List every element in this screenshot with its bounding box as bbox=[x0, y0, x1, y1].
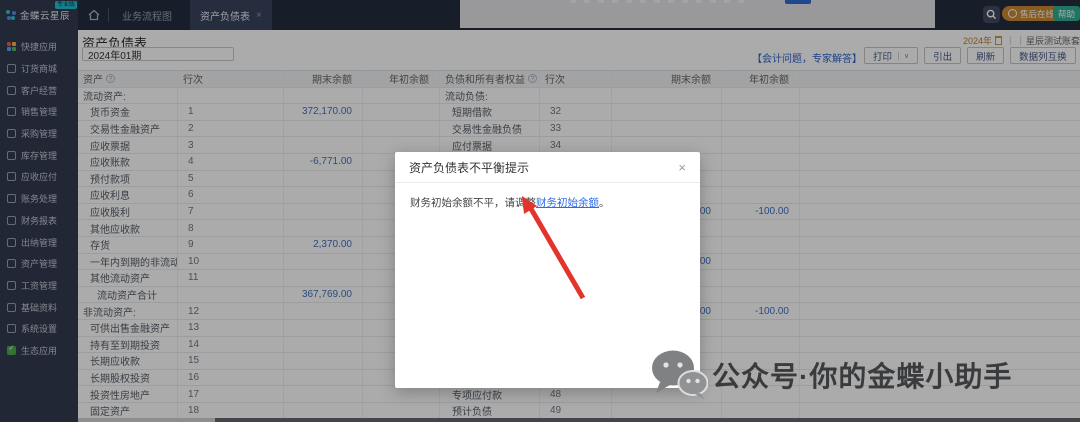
dialog-title: 资产负债表不平衡提示 bbox=[409, 159, 529, 176]
initial-balance-link[interactable]: 财务初始余额 bbox=[536, 197, 599, 209]
watermark-text: 公众号·你的金蝶小助手 bbox=[712, 355, 1012, 395]
kingdee-app-window: 金蝶云星辰 专业版 快捷应用订货商城客户经营销售管理采购管理库存管理应收应付账务… bbox=[0, 0, 1080, 422]
close-icon[interactable]: × bbox=[678, 160, 686, 175]
watermark: 公众号·你的金蝶小助手 bbox=[650, 348, 1012, 402]
dialog-body: 财务初始余额不平，请调整财务初始余额。 bbox=[395, 183, 700, 222]
wechat-icon bbox=[650, 349, 708, 401]
dialog-header: 资产负债表不平衡提示 × bbox=[395, 152, 700, 183]
